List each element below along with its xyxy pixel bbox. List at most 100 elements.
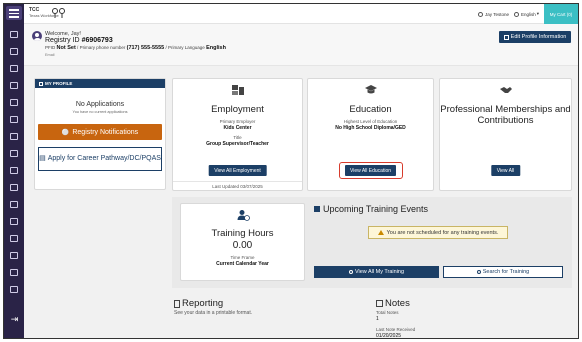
email-label: Email bbox=[45, 53, 55, 57]
no-applications-sub: You have no current applications bbox=[72, 110, 128, 114]
edit-icon bbox=[503, 34, 509, 40]
cart-button[interactable]: My Cart (0) bbox=[544, 4, 578, 24]
registry-label: Registry ID bbox=[45, 37, 80, 44]
notes-link[interactable]: Notes bbox=[376, 298, 410, 309]
registry-notifications-button[interactable]: ⚪ Registry Notifications bbox=[38, 124, 162, 140]
pfid-status: Not Set bbox=[56, 45, 76, 51]
sidebar-home-icon[interactable] bbox=[10, 31, 18, 38]
no-applications: No Applications bbox=[75, 101, 125, 108]
language-selector[interactable]: English ▾ bbox=[513, 11, 539, 17]
sidebar-education-icon[interactable] bbox=[10, 82, 18, 89]
sidebar-settings-icon[interactable] bbox=[10, 252, 18, 259]
keys-logo-icon bbox=[52, 8, 65, 18]
no-events-notice: You are not scheduled for any training e… bbox=[368, 226, 508, 239]
edit-profile-label: Edit Profile Information bbox=[510, 34, 567, 40]
my-profile-header: MY PROFILE bbox=[35, 79, 165, 88]
globe-icon bbox=[513, 11, 519, 17]
highlight-box: View All Education bbox=[338, 162, 403, 179]
sidebar-training-icon[interactable] bbox=[10, 99, 18, 106]
sidebar-reports-icon[interactable] bbox=[10, 167, 18, 174]
training-hours-value: 0.00 bbox=[232, 240, 253, 251]
employment-card: Employment Primary Employer Kids Center … bbox=[172, 78, 303, 191]
education-card: Education Highest Level of Education No … bbox=[307, 78, 434, 191]
last-note-value: 01/20/2025 bbox=[376, 333, 402, 339]
user-menu[interactable]: Jay Testone bbox=[478, 11, 509, 17]
pfid-label: PFID bbox=[45, 45, 56, 50]
view-all-employment-button[interactable]: View All Employment bbox=[208, 165, 267, 176]
view-all-memberships-button[interactable]: View All bbox=[490, 165, 521, 176]
user-clock-icon bbox=[237, 210, 250, 221]
top-right-menu: Jay Testone English ▾ My Cart (0) bbox=[478, 4, 578, 24]
my-profile-title: MY PROFILE bbox=[45, 81, 73, 86]
language-pref-label: Primary Language bbox=[168, 45, 205, 50]
upcoming-events-title: Upcoming Training Events bbox=[314, 204, 428, 214]
sidebar-cart-icon[interactable] bbox=[10, 218, 18, 225]
timeframe-value: Current Calendar Year bbox=[216, 261, 269, 267]
total-notes-label: Total Notes bbox=[376, 310, 399, 315]
registry-id-value: #6906793 bbox=[81, 37, 113, 44]
sidebar-profile-icon[interactable] bbox=[10, 48, 18, 55]
top-bar: TCC Texas Workforce Jay Testone English … bbox=[24, 4, 578, 24]
main-content: Welcome, Jay! Registry ID #6906793 PFID … bbox=[24, 24, 578, 338]
sidebar-notes-icon[interactable] bbox=[10, 150, 18, 157]
sidebar-expand-icon[interactable]: ⇥ bbox=[10, 315, 19, 324]
education-level-label: Highest Level of Education bbox=[343, 119, 398, 124]
apply-career-pathway-button[interactable]: ▤ Apply for Career Pathway/DC/PQAS bbox=[38, 147, 162, 171]
calendar-search-icon bbox=[476, 270, 481, 274]
view-all-training-label: View All My Training bbox=[354, 269, 405, 275]
sidebar-link-icon[interactable] bbox=[10, 286, 18, 293]
reporting-title: Reporting bbox=[182, 298, 224, 309]
document-icon: ▤ bbox=[39, 155, 46, 162]
employer-label: Primary Employer bbox=[219, 119, 256, 124]
menu-icon[interactable] bbox=[6, 6, 22, 20]
training-panel: Training Hours 0.00 Time Frame Current C… bbox=[172, 197, 572, 288]
profile-info-line: PFID Not Set / Primary phone number (717… bbox=[45, 45, 226, 51]
sidebar-documents-icon[interactable] bbox=[10, 184, 18, 191]
registry-id: Registry ID #6906793 bbox=[45, 37, 113, 44]
professional-memberships-card: Professional Memberships and Contributio… bbox=[439, 78, 572, 191]
warning-icon bbox=[377, 230, 384, 235]
last-note-label: Last Note Received bbox=[376, 327, 416, 332]
logo[interactable]: TCC Texas Workforce bbox=[29, 7, 67, 20]
sidebar: ⇥ bbox=[4, 4, 24, 338]
avatar-icon bbox=[32, 31, 42, 41]
education-title: Education bbox=[349, 104, 392, 115]
sidebar-help-icon[interactable] bbox=[10, 235, 18, 242]
upcoming-events-label: Upcoming Training Events bbox=[323, 204, 429, 214]
search-training-button[interactable]: Search for Training bbox=[443, 266, 563, 278]
profile-icon bbox=[39, 81, 43, 86]
phone-label: Primary phone number bbox=[79, 45, 126, 50]
view-all-training-button[interactable]: View All My Training bbox=[314, 266, 439, 278]
view-all-education-button[interactable]: View All Education bbox=[344, 165, 397, 176]
notes-icon bbox=[376, 300, 383, 307]
bell-icon: ⚪ bbox=[61, 129, 70, 136]
sidebar-membership-icon[interactable] bbox=[10, 133, 18, 140]
user-icon bbox=[478, 11, 484, 17]
graduation-cap-icon bbox=[364, 85, 377, 94]
professional-title: Professional Memberships and Contributio… bbox=[440, 104, 571, 126]
handshake-icon bbox=[499, 87, 512, 93]
reporting-link[interactable]: Reporting bbox=[174, 298, 223, 309]
last-updated: Last Updated 03/07/2025 bbox=[173, 181, 302, 189]
user-name: Jay Testone bbox=[485, 11, 509, 17]
app-window: ⇥ TCC Texas Workforce Jay Testone Englis… bbox=[3, 3, 579, 339]
sidebar-employment-icon[interactable] bbox=[10, 65, 18, 72]
employment-icon bbox=[231, 85, 244, 95]
sidebar-search-icon[interactable] bbox=[10, 269, 18, 276]
employer-value: Kids Center bbox=[223, 125, 252, 131]
welcome-section: Welcome, Jay! Registry ID #6906793 PFID … bbox=[24, 24, 578, 66]
search-training-label: Search for Training bbox=[482, 269, 530, 275]
sidebar-calendar-icon[interactable] bbox=[10, 116, 18, 123]
phone-value: (717) 555-5555 bbox=[126, 45, 165, 51]
edit-profile-button[interactable]: Edit Profile Information bbox=[499, 31, 571, 43]
my-profile-card: MY PROFILE No Applications You have no c… bbox=[34, 78, 166, 190]
training-hours-card: Training Hours 0.00 Time Frame Current C… bbox=[180, 203, 305, 281]
reporting-subtitle: See your data in a printable format. bbox=[174, 310, 253, 316]
education-level-value: No High School Diploma/GED bbox=[335, 125, 406, 131]
calendar-icon bbox=[314, 206, 320, 212]
sidebar-applications-icon[interactable] bbox=[10, 201, 18, 208]
email-line: Email bbox=[45, 53, 55, 57]
no-events-text: You are not scheduled for any training e… bbox=[386, 229, 499, 236]
report-icon bbox=[174, 299, 180, 308]
notes-title: Notes bbox=[385, 298, 410, 309]
